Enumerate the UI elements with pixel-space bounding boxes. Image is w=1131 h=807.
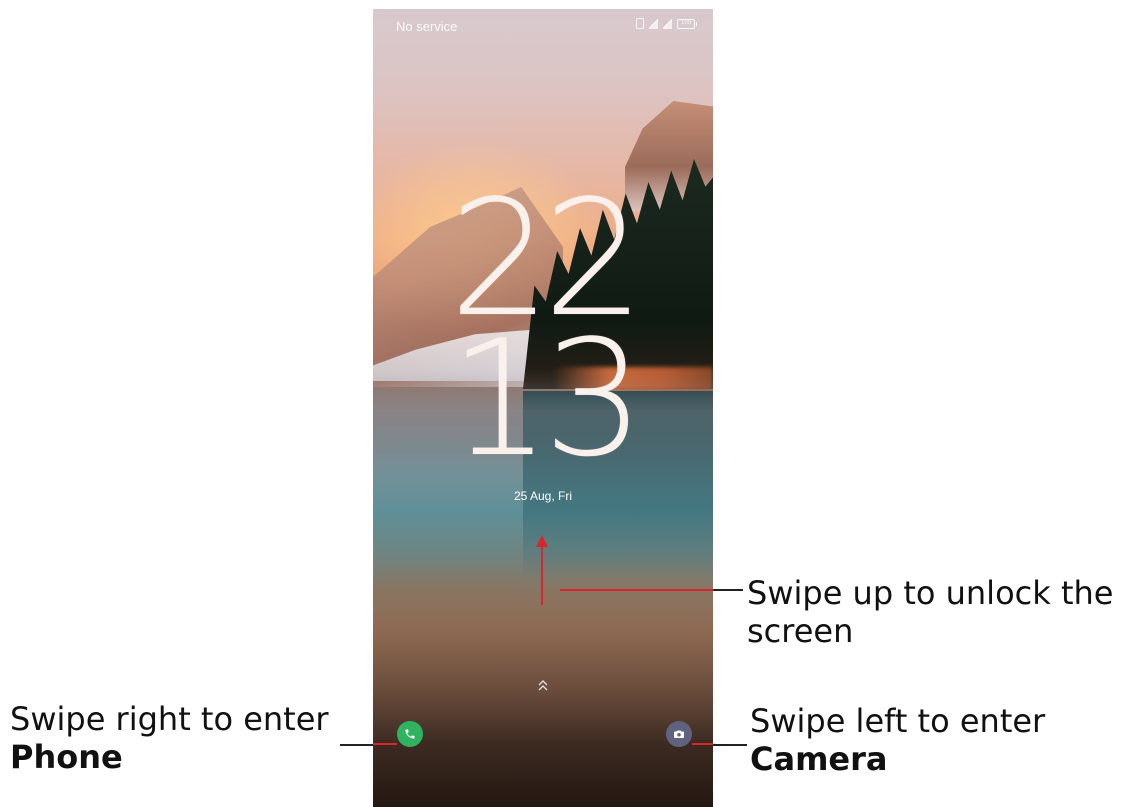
lock-screen: No service 100 22 13 25 Aug, Fri [373,9,713,807]
camera-annotation-line2: Camera [750,740,888,778]
unlock-leader-red [560,589,713,591]
camera-shortcut-button[interactable] [666,721,692,747]
camera-icon [674,730,684,738]
vibrate-icon [636,18,644,29]
date-label: 25 Aug, Fri [513,489,573,503]
camera-leader-black [713,744,747,746]
camera-leader-red [692,743,713,745]
phone-annotation-line2: Phone [10,738,123,776]
battery-icon: 100 [677,18,697,29]
phone-annotation: Swipe right to enter Phone [10,700,350,776]
unlock-annotation: Swipe up to unlock the screen [747,574,1114,650]
carrier-status: No service [396,19,458,34]
camera-annotation-line1: Swipe left to enter [750,702,1046,740]
unlock-leader-black [713,589,743,591]
no-signal-icon [649,18,658,29]
chevron-up-double-icon[interactable] [535,679,551,699]
camera-annotation: Swipe left to enter Camera [750,702,1130,778]
status-icons: 100 [636,18,697,29]
no-signal-icon [663,18,672,29]
phone-annotation-line1: Swipe right to enter [10,700,329,738]
swipe-up-arrow-line [541,545,543,605]
phone-leader-red [373,743,397,745]
phone-shortcut-button[interactable] [397,721,423,747]
clock-minutes: 13 [449,305,645,492]
phone-icon [405,729,415,739]
swipe-up-arrow-head [536,535,548,547]
